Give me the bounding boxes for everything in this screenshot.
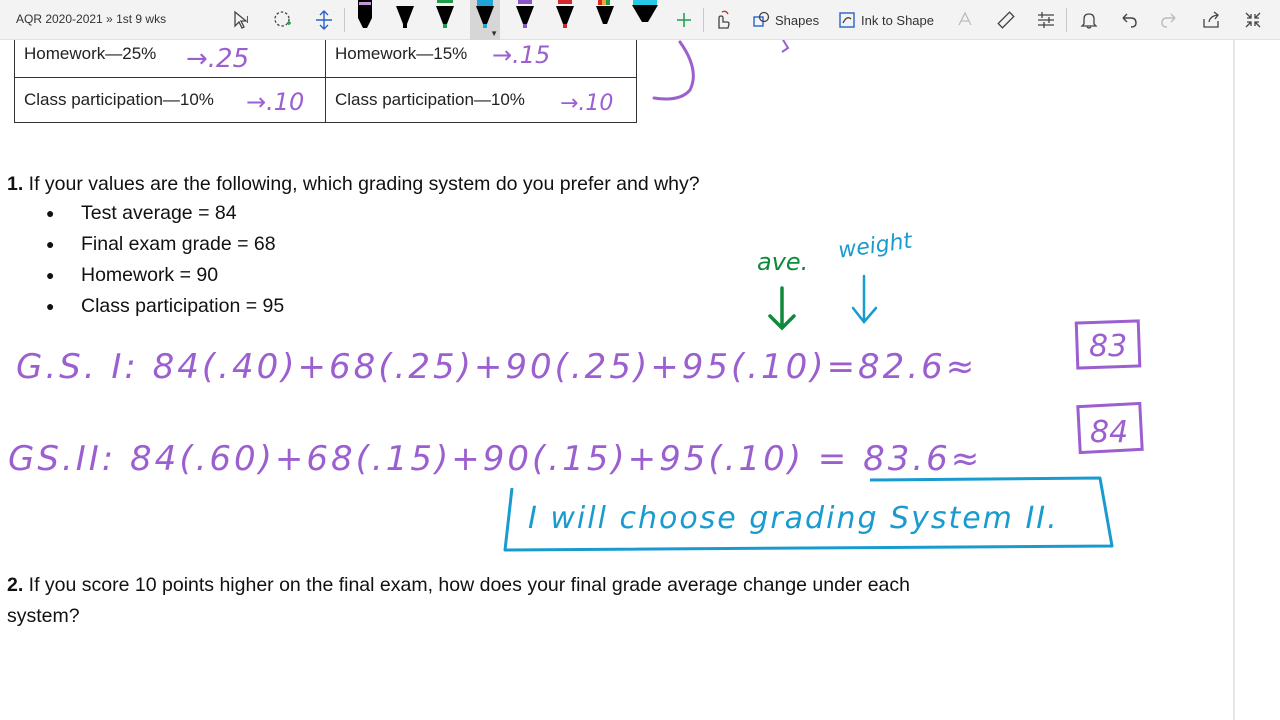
ribbon-toolbar: AQR 2020-2021 » 1st 9 wks I ▼ Shapes Ink… bbox=[0, 0, 1280, 40]
weight-label: weight bbox=[837, 228, 915, 263]
text-select-tool-icon[interactable]: I bbox=[230, 4, 256, 36]
ruler-icon[interactable] bbox=[994, 4, 1018, 36]
table-annotation: →.10 bbox=[246, 88, 304, 116]
undo-icon[interactable] bbox=[1116, 4, 1142, 36]
ink-to-math-icon[interactable] bbox=[954, 4, 978, 36]
chevron-down-icon[interactable]: ▼ bbox=[490, 29, 498, 38]
breadcrumb[interactable]: AQR 2020-2021 » 1st 9 wks bbox=[16, 12, 166, 26]
pen-8-highlighter[interactable] bbox=[630, 0, 660, 40]
pen-4-selected[interactable]: ▼ bbox=[470, 0, 500, 40]
right-margin bbox=[1233, 40, 1280, 720]
gs1-result: 83 bbox=[1089, 329, 1127, 364]
gs2-result: 84 bbox=[1090, 415, 1128, 450]
pen-2[interactable] bbox=[390, 0, 420, 40]
bell-icon[interactable] bbox=[1076, 4, 1102, 36]
table-annotation: →.10 bbox=[560, 91, 613, 116]
share-icon[interactable] bbox=[1198, 4, 1224, 36]
conclusion-text: I will choose grading System II. bbox=[528, 501, 1059, 536]
gs2-equation: GS.II: 84(.60)+68(.15)+90(.15)+95(.10) =… bbox=[8, 439, 982, 479]
table-annotation: →.15 bbox=[492, 41, 550, 69]
redo-icon[interactable] bbox=[1156, 4, 1182, 36]
bracket-stroke bbox=[652, 40, 695, 101]
svg-text:I: I bbox=[246, 15, 249, 26]
lasso-select-icon[interactable] bbox=[270, 4, 296, 36]
ink-to-shape-button[interactable]: Ink to Shape bbox=[838, 4, 938, 36]
settings-sliders-icon[interactable] bbox=[1034, 4, 1058, 36]
ink-to-shape-icon bbox=[839, 12, 855, 28]
partial-ink-stroke bbox=[781, 40, 790, 53]
gs1-equation: G.S. I: 84(.40)+68(.25)+90(.25)+95(.10)=… bbox=[16, 347, 977, 387]
pen-7[interactable] bbox=[590, 0, 620, 40]
ave-label: ave. bbox=[757, 248, 808, 276]
shapes-label: Shapes bbox=[775, 12, 820, 28]
ink-layer[interactable]: →.25 →.15 →.10 →.10 ave. weight G.S. I: … bbox=[0, 40, 1233, 720]
pen-1[interactable] bbox=[350, 0, 380, 40]
ave-arrow bbox=[768, 286, 796, 331]
shapes-icon bbox=[753, 11, 770, 27]
notebook-page[interactable]: Homework—25% Homework—15% Class particip… bbox=[0, 40, 1233, 720]
add-pen-icon[interactable] bbox=[672, 4, 696, 36]
weight-arrow bbox=[851, 274, 878, 324]
shapes-button[interactable]: Shapes bbox=[752, 4, 820, 36]
pen-6[interactable] bbox=[550, 0, 580, 40]
collapse-fullscreen-icon[interactable] bbox=[1240, 4, 1266, 36]
touch-draw-icon[interactable] bbox=[710, 4, 734, 36]
pen-3[interactable] bbox=[430, 0, 460, 40]
add-space-icon[interactable] bbox=[311, 4, 337, 36]
table-annotation: →.25 bbox=[186, 44, 249, 74]
ink-to-shape-label: Ink to Shape bbox=[861, 12, 934, 28]
pen-5[interactable] bbox=[510, 0, 540, 40]
